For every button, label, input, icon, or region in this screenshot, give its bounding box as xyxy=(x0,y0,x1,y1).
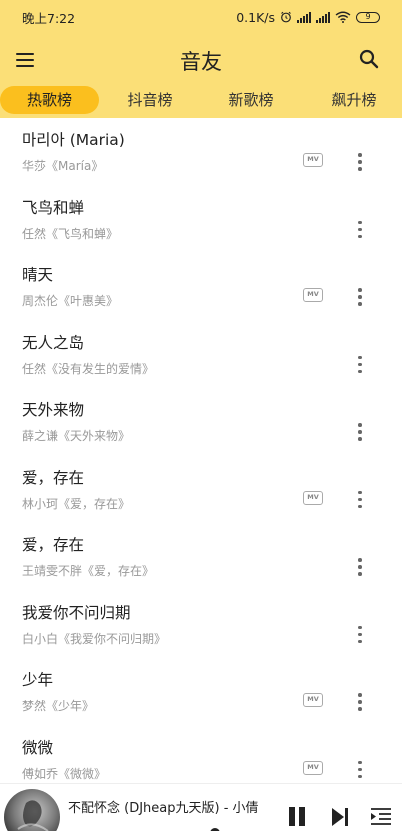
more-options-icon[interactable] xyxy=(354,693,366,711)
song-title: 天外来物 xyxy=(22,401,85,419)
tab-rising[interactable]: 飙升榜 xyxy=(314,86,394,114)
song-title: 飞鸟和蝉 xyxy=(22,198,85,217)
song-title: 晴天 xyxy=(22,266,54,284)
mini-player[interactable]: 不配怀念 (DJheap九天版) - 小倩 xyxy=(0,783,402,831)
album-art[interactable] xyxy=(4,789,60,831)
song-row[interactable]: 少年 梦然《少年》 MV xyxy=(0,660,402,728)
song-artist-album: 白小白《我爱你不问归期》 xyxy=(22,631,167,646)
song-list: 마리아 (Maria) 华莎《María》 MV 飞鸟和蝉 任然《飞鸟和蝉》 晴… xyxy=(0,120,402,795)
chart-tabs: 热歌榜 抖音榜 新歌榜 飙升榜 xyxy=(0,86,402,114)
more-options-icon[interactable] xyxy=(354,288,366,306)
more-options-icon[interactable] xyxy=(354,760,366,779)
signal-icon xyxy=(297,11,311,23)
now-playing-title[interactable]: 不配怀念 (DJheap九天版) - 小倩 xyxy=(68,797,259,816)
song-artist-album: 傅如乔《微微》 xyxy=(22,766,107,781)
app-title: 音友 xyxy=(180,50,222,74)
song-artist-album: 周杰伦《叶惠美》 xyxy=(22,294,119,308)
mv-icon[interactable]: MV xyxy=(303,153,323,167)
mv-icon[interactable]: MV xyxy=(303,490,323,505)
song-artist-album: 林小珂《爱，存在》 xyxy=(22,496,131,511)
song-artist-album: 任然《没有发生的爱情》 xyxy=(22,361,155,376)
tab-new-songs[interactable]: 新歌榜 xyxy=(211,86,291,114)
song-title: 爱，存在 xyxy=(22,536,85,554)
song-title: 我爱你不问归期 xyxy=(22,603,131,622)
battery-icon: 9 xyxy=(356,11,380,23)
network-speed: 0.1K/s xyxy=(236,9,275,25)
song-artist-album: 华莎《María》 xyxy=(22,159,104,173)
song-artist-album: 梦然《少年》 xyxy=(22,699,95,713)
battery-level: 9 xyxy=(365,11,371,21)
tab-douyin[interactable]: 抖音榜 xyxy=(110,86,190,114)
song-title: 爱，存在 xyxy=(22,468,85,487)
status-indicators: 0.1K/s 9 xyxy=(236,10,380,25)
song-artist-album: 薛之谦《天外来物》 xyxy=(22,429,131,443)
skip-next-icon[interactable] xyxy=(330,807,350,827)
song-row[interactable]: 晴天 周杰伦《叶惠美》 MV xyxy=(0,255,402,323)
mv-icon[interactable]: MV xyxy=(303,288,323,302)
playlist-queue-icon[interactable] xyxy=(370,806,392,828)
song-title: 无人之岛 xyxy=(22,333,85,352)
more-options-icon[interactable] xyxy=(354,355,366,374)
song-title: 微微 xyxy=(22,738,54,757)
mv-icon[interactable]: MV xyxy=(303,693,323,707)
search-icon[interactable] xyxy=(358,48,382,72)
song-row[interactable]: 飞鸟和蝉 任然《飞鸟和蝉》 xyxy=(0,188,402,256)
top-bar: 晚上7:22 0.1K/s 9 音友 热歌榜 抖音榜 新歌榜 飙升榜 xyxy=(0,0,402,118)
mv-icon[interactable]: MV xyxy=(303,760,323,775)
wifi-icon xyxy=(335,11,351,23)
more-options-icon[interactable] xyxy=(354,490,366,509)
song-row[interactable]: 爱，存在 林小珂《爱，存在》 MV xyxy=(0,458,402,526)
song-title: 少年 xyxy=(22,671,54,689)
song-artist-album: 王靖雯不胖《爱，存在》 xyxy=(22,564,155,578)
pause-icon[interactable] xyxy=(289,807,309,827)
more-options-icon[interactable] xyxy=(354,625,366,644)
song-artist-album: 任然《飞鸟和蝉》 xyxy=(22,226,119,241)
more-options-icon[interactable] xyxy=(354,220,366,239)
more-options-icon[interactable] xyxy=(354,153,366,171)
status-time: 晚上7:22 xyxy=(22,10,76,26)
song-row[interactable]: 爱，存在 王靖雯不胖《爱，存在》 xyxy=(0,525,402,593)
song-row[interactable]: 天外来物 薛之谦《天外来物》 xyxy=(0,390,402,458)
more-options-icon[interactable] xyxy=(354,423,366,441)
status-bar: 晚上7:22 0.1K/s 9 xyxy=(0,0,402,34)
tab-hot-songs[interactable]: 热歌榜 xyxy=(0,86,99,114)
more-options-icon[interactable] xyxy=(354,558,366,576)
signal-icon-2 xyxy=(316,11,330,23)
app-header: 音友 xyxy=(0,40,402,80)
song-row[interactable]: 无人之岛 任然《没有发生的爱情》 xyxy=(0,323,402,391)
alarm-icon xyxy=(281,11,291,23)
song-row[interactable]: 我爱你不问归期 白小白《我爱你不问归期》 xyxy=(0,593,402,661)
song-row[interactable]: 마리아 (Maria) 华莎《María》 MV xyxy=(0,120,402,188)
song-title: 마리아 (Maria) xyxy=(22,131,125,149)
